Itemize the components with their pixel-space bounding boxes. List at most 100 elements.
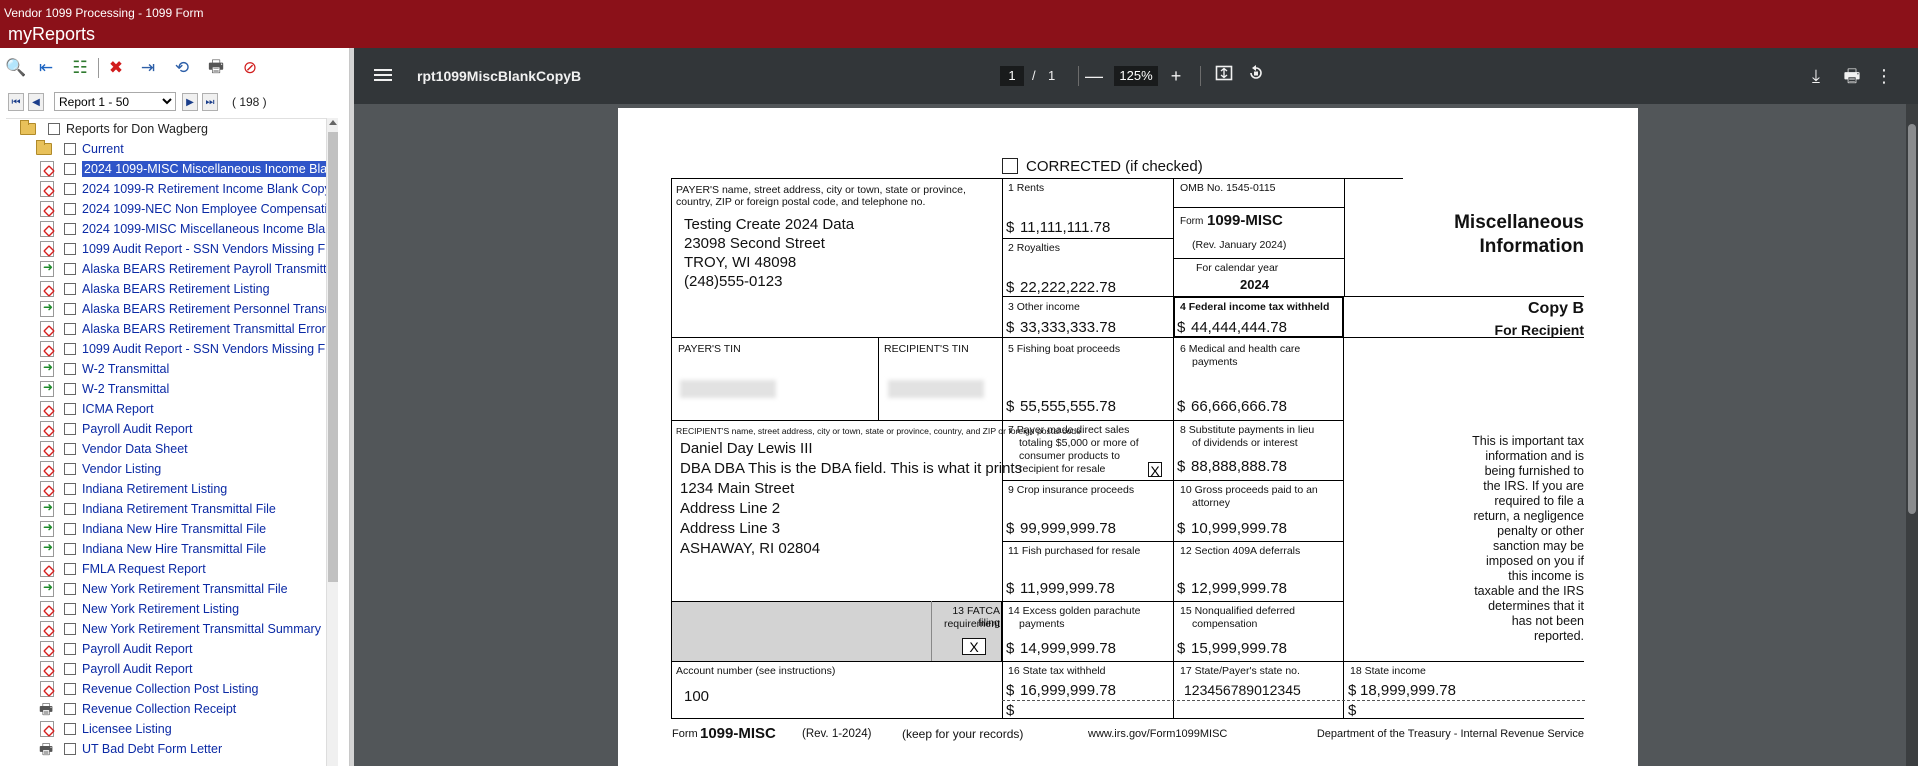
prev-page-button[interactable]: ◀ [28, 93, 44, 111]
report-list-item[interactable]: ICMA Report [40, 399, 154, 419]
report-list-item[interactable]: Indiana New Hire Transmittal File [40, 539, 266, 559]
report-item-checkbox[interactable] [64, 303, 76, 315]
next-page-button[interactable]: ▶ [182, 93, 198, 111]
report-list-item[interactable]: 1099 Audit Report - SSN Vendors Missing … [40, 339, 325, 359]
report-item-checkbox[interactable] [64, 243, 76, 255]
tree-icon[interactable]: ☷ [68, 56, 92, 80]
report-item-checkbox[interactable] [64, 203, 76, 215]
report-item-checkbox[interactable] [64, 523, 76, 535]
report-list-item[interactable]: FMLA Request Report [40, 559, 206, 579]
report-item-checkbox[interactable] [64, 543, 76, 555]
refresh-icon[interactable]: ⟲ [170, 56, 194, 80]
search-icon[interactable]: 🔍 [4, 56, 28, 80]
report-list-item[interactable]: W-2 Transmittal [40, 379, 169, 399]
last-page-button[interactable]: ⏭ [202, 93, 218, 111]
report-list-item[interactable]: 1099 Audit Report - SSN Vendors Missing … [40, 239, 325, 259]
report-item-checkbox[interactable] [64, 463, 76, 475]
open-icon[interactable]: ⇤ [34, 56, 58, 80]
report-list-item[interactable]: Payroll Audit Report [40, 639, 192, 659]
recipient-line-4: Address Line 2 [680, 500, 781, 517]
report-list-item[interactable]: Licensee Listing [40, 719, 172, 739]
report-item-checkbox[interactable] [64, 423, 76, 435]
scroll-up-arrow-icon[interactable] [329, 120, 337, 125]
report-list-item[interactable]: New York Retirement Transmittal File [40, 579, 288, 599]
report-item-checkbox[interactable] [64, 443, 76, 455]
report-item-checkbox[interactable] [64, 363, 76, 375]
report-item-checkbox[interactable] [64, 323, 76, 335]
report-list-item[interactable]: Indiana Retirement Listing [40, 479, 227, 499]
report-list-item[interactable]: UT Bad Debt Form Letter [39, 739, 222, 764]
report-item-checkbox[interactable] [64, 663, 76, 675]
print-icon[interactable]: 🖶 [204, 56, 228, 80]
tree-root[interactable]: Reports for Don Wagberg [20, 119, 208, 139]
report-list-item[interactable]: Alaska BEARS Retirement Transmittal Erro… [40, 319, 326, 339]
box11-dollar: $ [1006, 580, 1015, 597]
report-list-item[interactable]: Payroll Audit Report [40, 419, 192, 439]
report-item-checkbox[interactable] [64, 383, 76, 395]
delete-icon[interactable]: ✖ [104, 56, 128, 80]
report-item-checkbox[interactable] [64, 703, 76, 715]
page-number-input[interactable]: 1 [1000, 66, 1024, 86]
report-item-checkbox[interactable] [64, 343, 76, 355]
report-item-checkbox[interactable] [64, 563, 76, 575]
report-item-checkbox[interactable] [64, 183, 76, 195]
viewer-scroll-thumb[interactable] [1908, 124, 1916, 514]
report-item-checkbox[interactable] [64, 283, 76, 295]
tree-scrollbar[interactable] [326, 118, 338, 766]
report-list-item[interactable]: Payroll Audit Report [40, 659, 192, 679]
report-list-item[interactable]: New York Retirement Listing [40, 599, 239, 619]
print-icon[interactable]: 🖶 [1840, 64, 1864, 88]
report-item-checkbox[interactable] [64, 643, 76, 655]
report-list-item[interactable]: New York Retirement Transmittal Summary [40, 619, 321, 639]
tree-scroll-thumb[interactable] [328, 132, 338, 582]
report-item-checkbox[interactable] [64, 723, 76, 735]
report-list-item[interactable]: Vendor Listing [40, 459, 161, 479]
report-range-select[interactable]: Report 1 - 50 [54, 92, 176, 111]
report-item-checkbox[interactable] [64, 603, 76, 615]
report-list-item[interactable]: 2024 1099-R Retirement Income Blank Copy… [40, 179, 326, 199]
report-item-checkbox[interactable] [64, 403, 76, 415]
payer-line-2: 23098 Second Street [684, 235, 825, 252]
report-item-checkbox[interactable] [64, 683, 76, 695]
report-item-checkbox[interactable] [64, 263, 76, 275]
report-list-item[interactable]: 2024 1099-MISC Miscellaneous Income Blan… [40, 219, 326, 239]
report-item-checkbox[interactable] [64, 163, 76, 175]
tree-folder-checkbox[interactable] [64, 143, 76, 155]
report-list-item[interactable]: Revenue Collection Receipt [39, 699, 236, 724]
zoom-in-button[interactable]: + [1164, 64, 1188, 88]
download-icon[interactable]: ⤓ [1804, 64, 1828, 88]
report-item-checkbox[interactable] [64, 583, 76, 595]
report-item-label: 2024 1099-MISC Miscellaneous Income Blan… [82, 161, 326, 177]
more-actions-icon[interactable]: ⋮ [1872, 64, 1896, 88]
report-list-item[interactable]: W-2 Transmittal [40, 359, 169, 379]
zoom-out-button[interactable]: — [1082, 64, 1106, 88]
move-icon[interactable]: ⇥ [136, 56, 160, 80]
fit-page-button[interactable] [1212, 64, 1236, 88]
report-list-item[interactable]: Alaska BEARS Retirement Payroll Transmit… [40, 259, 326, 279]
report-list-item[interactable]: Vendor Data Sheet [40, 439, 188, 459]
viewer-scrollbar[interactable] [1906, 104, 1918, 766]
first-page-button[interactable]: ⏮ [8, 93, 24, 111]
tree-folder-current[interactable]: Current [36, 139, 124, 159]
box7-label-1: 7 Payer made direct sales [1008, 424, 1130, 436]
tree-root-checkbox[interactable] [48, 123, 60, 135]
report-item-checkbox[interactable] [64, 503, 76, 515]
report-item-label: 2024 1099-R Retirement Income Blank Copy… [82, 182, 326, 196]
box16-label: 16 State tax withheld [1008, 665, 1106, 677]
report-list-item[interactable]: 2024 1099-NEC Non Employee Compensation [40, 199, 326, 219]
report-item-checkbox[interactable] [64, 483, 76, 495]
rotate-button[interactable] [1244, 64, 1268, 88]
report-list-item[interactable]: Alaska BEARS Retirement Listing [40, 279, 270, 299]
report-item-checkbox[interactable] [64, 743, 76, 755]
report-list-item[interactable]: Indiana New Hire Transmittal File [40, 519, 266, 539]
copy-label: Copy B [1528, 300, 1584, 317]
report-list-item[interactable]: Indiana Retirement Transmittal File [40, 499, 276, 519]
no-print-icon[interactable]: ⊘ [238, 56, 262, 80]
menu-icon[interactable] [374, 66, 392, 86]
report-list-item[interactable]: 2024 1099-MISC Miscellaneous Income Blan… [40, 159, 326, 179]
zoom-input[interactable]: 125% [1114, 66, 1158, 86]
report-item-checkbox[interactable] [64, 623, 76, 635]
report-list-item[interactable]: Revenue Collection Post Listing [40, 679, 259, 699]
report-item-checkbox[interactable] [64, 223, 76, 235]
report-list-item[interactable]: Alaska BEARS Retirement Personnel Transm [40, 299, 326, 319]
